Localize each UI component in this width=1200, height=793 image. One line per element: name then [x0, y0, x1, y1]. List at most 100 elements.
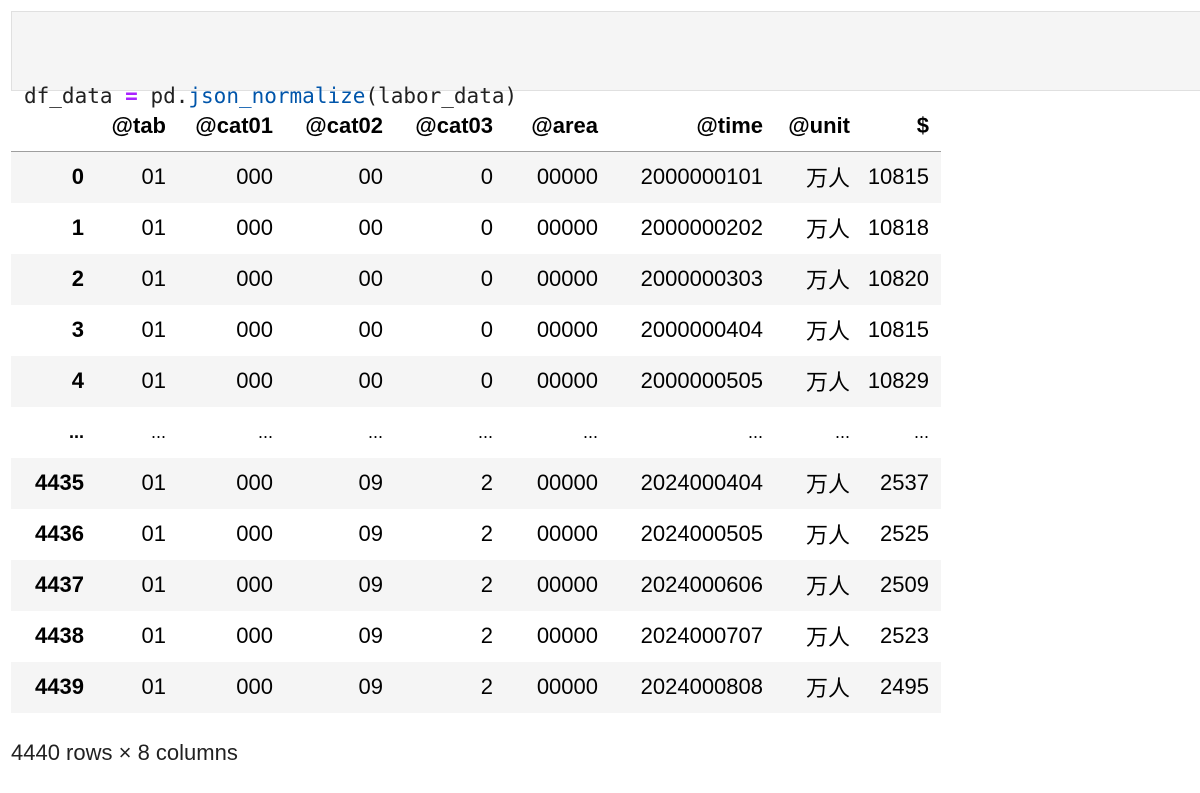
- table-cell: 09: [358, 470, 383, 495]
- table-cell: 00000: [536, 674, 598, 699]
- table-cell: 10818: [867, 215, 929, 240]
- table-cell: 01: [141, 572, 166, 597]
- table-cell: 2: [480, 674, 493, 699]
- table-cell: 000: [236, 674, 273, 699]
- table-cell: 01: [141, 266, 166, 291]
- table-cell: 万人: [805, 574, 850, 599]
- table-cell: 09: [358, 674, 383, 699]
- table-cell: 万人: [805, 268, 850, 293]
- table-cell: 2000000404: [640, 317, 763, 342]
- dataframe-table: @tab @cat01 @cat02 @cat03 @area @time @unit $ 0…: [11, 101, 941, 713]
- table-cell: 000: [236, 572, 273, 597]
- table-cell: 09: [358, 623, 383, 648]
- table-cell: 2: [480, 521, 493, 546]
- table-row: 4437 01 000 09 2 00000 2024000606 万人 2509: [11, 559, 941, 611]
- table-cell: 09: [358, 521, 383, 546]
- code-cell[interactable]: df_data = pd.json_normalize(labor_data) …: [11, 11, 1200, 201]
- table-cell: 2000000303: [640, 266, 763, 291]
- table-cell: 00: [358, 164, 383, 190]
- table-cell: 0: [480, 266, 493, 291]
- table-cell: ...: [834, 421, 850, 442]
- table-cell: 2024000505: [640, 521, 763, 546]
- row-index: ...: [68, 421, 84, 442]
- table-cell: 000: [236, 266, 273, 291]
- table-cell: 0: [480, 215, 493, 240]
- table-cell: 10820: [867, 266, 929, 291]
- table-cell: 00: [358, 317, 383, 342]
- column-header: @unit: [775, 101, 862, 152]
- table-cell: 2537: [880, 470, 929, 495]
- table-cell: 10815: [867, 164, 929, 190]
- column-header: @cat03: [395, 101, 505, 152]
- row-index: 4: [71, 368, 84, 393]
- table-cell: 00000: [536, 164, 598, 190]
- table-row: 4438 01 000 09 2 00000 2024000707 万人 2523: [11, 610, 941, 662]
- table-cell: 2523: [880, 623, 929, 648]
- table-cell: 09: [358, 572, 383, 597]
- table-row: 0 01 000 00 0 00000 2000000101 万人 10815: [11, 151, 941, 203]
- table-row: ...........................: [11, 406, 941, 458]
- table-cell: 0: [480, 368, 493, 393]
- row-index: 1: [71, 215, 84, 240]
- table-cell: 00000: [536, 623, 598, 648]
- row-index: 4436: [35, 521, 84, 546]
- table-cell: 2024000404: [640, 470, 763, 495]
- dataframe-output: @tab @cat01 @cat02 @cat03 @area @time @unit $ 0…: [11, 101, 941, 713]
- table-cell: 01: [141, 674, 166, 699]
- table-cell: 10829: [867, 368, 929, 393]
- table-cell: 万人: [805, 676, 850, 701]
- table-cell: 00: [358, 368, 383, 393]
- table-cell: ...: [367, 421, 383, 442]
- table-cell: ...: [150, 421, 166, 442]
- table-cell: 00: [358, 215, 383, 240]
- table-cell: 000: [236, 470, 273, 495]
- column-header: @time: [610, 101, 775, 152]
- table-cell: 万人: [805, 217, 850, 242]
- table-cell: 000: [236, 317, 273, 342]
- table-cell: 01: [141, 164, 166, 190]
- table-cell: ...: [477, 421, 493, 442]
- table-cell: 00000: [536, 215, 598, 240]
- table-cell: 2: [480, 572, 493, 597]
- table-cell: 000: [236, 164, 273, 190]
- table-cell: 2000000101: [640, 164, 763, 190]
- table-cell: 10815: [867, 317, 929, 342]
- table-cell: 01: [141, 317, 166, 342]
- dataframe-shape-label: 4440 rows × 8 columns: [11, 740, 238, 765]
- table-cell: ...: [257, 421, 273, 442]
- row-index: 4435: [35, 470, 84, 495]
- table-cell: 2495: [880, 674, 929, 699]
- table-cell: 万人: [805, 370, 850, 395]
- table-cell: 000: [236, 521, 273, 546]
- table-cell: ...: [913, 421, 929, 442]
- table-cell: ...: [747, 421, 763, 442]
- table-cell: 万人: [805, 166, 850, 192]
- row-index: 4438: [35, 623, 84, 648]
- table-cell: 000: [236, 623, 273, 648]
- table-cell: 2024000808: [640, 674, 763, 699]
- table-row: 4439 01 000 09 2 00000 2024000808 万人 2495: [11, 661, 941, 713]
- table-cell: 000: [236, 368, 273, 393]
- table-cell: 万人: [805, 625, 850, 650]
- table-cell: 01: [141, 623, 166, 648]
- table-cell: 00000: [536, 266, 598, 291]
- table-cell: ...: [582, 421, 598, 442]
- table-cell: 01: [141, 521, 166, 546]
- table-cell: 01: [141, 368, 166, 393]
- table-cell: 00000: [536, 317, 598, 342]
- table-cell: 2000000505: [640, 368, 763, 393]
- table-cell: 2024000707: [640, 623, 763, 648]
- column-header: @area: [505, 101, 610, 152]
- table-cell: 万人: [805, 472, 850, 497]
- table-cell: 2: [480, 623, 493, 648]
- row-index: 2: [71, 266, 84, 291]
- table-row: 4 01 000 00 0 00000 2000000505 万人 10829: [11, 355, 941, 407]
- column-header: $: [862, 101, 941, 152]
- table-cell: 00: [358, 266, 383, 291]
- table-cell: 01: [141, 215, 166, 240]
- row-index: 4437: [35, 572, 84, 597]
- table-cell: 万人: [805, 319, 850, 344]
- index-header: [11, 101, 96, 152]
- table-row: 2 01 000 00 0 00000 2000000303 万人 10820: [11, 253, 941, 305]
- table-cell: 2000000202: [640, 215, 763, 240]
